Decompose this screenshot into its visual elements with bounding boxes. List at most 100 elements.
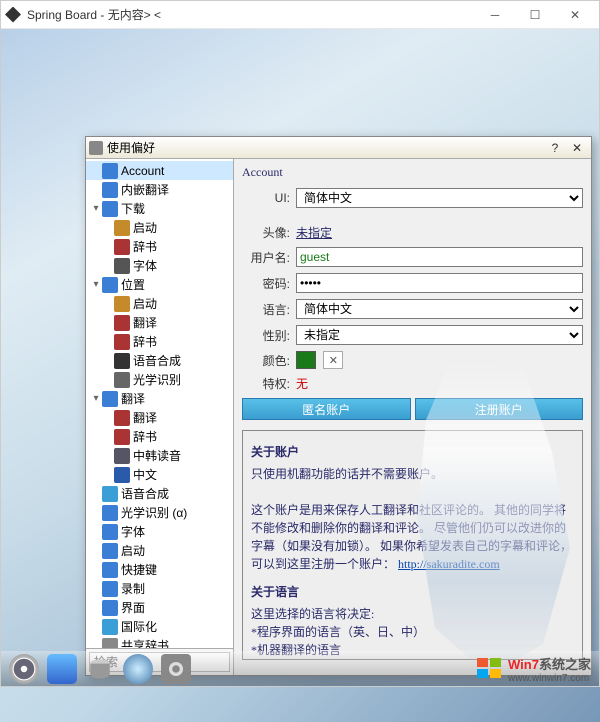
expand-icon: ▾ [90,279,102,290]
tree-item-label: 辞书 [133,333,157,350]
tree-item[interactable]: 字体 [86,522,233,541]
tree-item-label: 录制 [121,580,145,597]
tree-item[interactable]: 中韩读音 [86,446,233,465]
tree-item[interactable]: 快捷键 [86,560,233,579]
tree-item-icon [114,448,130,464]
tree-item-label: 字体 [133,257,157,274]
preferences-titlebar: 使用偏好 ? ✕ [86,137,591,159]
tree-item-label: 国际化 [121,618,157,635]
tree-item-icon [102,543,118,559]
tree-item-label: 共享辞书 [121,637,169,648]
tree-item[interactable]: 国际化 [86,617,233,636]
tree-item[interactable]: 录制 [86,579,233,598]
info-box: 关于账户 只使用机翻功能的话并不需要账户。 这个账户是用来保存人工翻译和社区评论… [242,430,583,660]
taskbar-safari-icon[interactable] [123,654,153,684]
taskbar-launcher-icon[interactable] [9,654,39,684]
tree-item-label: 辞书 [133,428,157,445]
register-account-button[interactable]: 注册账户 [415,398,584,420]
tree-item-label: 辞书 [133,238,157,255]
color-label: 颜色: [242,352,290,369]
tree-item[interactable]: Account [86,161,233,180]
tree-item-icon [114,220,130,236]
tree-item-label: 翻译 [133,314,157,331]
info-heading-language: 关于语言 [251,583,574,601]
tree-item-label: 翻译 [121,390,145,407]
tree-item-label: 内嵌翻译 [121,181,169,198]
tree-item-label: 语音合成 [133,352,181,369]
language-label: 语言: [242,301,290,318]
tree-item[interactable]: 启动 [86,218,233,237]
tree-item-label: 启动 [133,219,157,236]
pref-close-button[interactable]: ✕ [566,139,588,157]
tree-item-icon [114,296,130,312]
tree-item[interactable]: 启动 [86,294,233,313]
taskbar-finder-icon[interactable] [47,654,77,684]
tree-item[interactable]: 语音合成 [86,351,233,370]
taskbar-disk-icon[interactable] [85,654,115,684]
tree-item-icon [102,505,118,521]
tree-item[interactable]: 启动 [86,541,233,560]
ui-language-select[interactable]: 简体中文 [296,188,583,208]
tree-item[interactable]: 辞书 [86,237,233,256]
maximize-button[interactable]: ☐ [515,1,555,29]
language-select[interactable]: 简体中文 [296,299,583,319]
tree-item-label: 字体 [121,523,145,540]
preferences-body: Account内嵌翻译▾下载启动辞书字体▾位置启动翻译辞书语音合成光学识别▾翻译… [86,159,591,675]
taskbar-settings-icon[interactable] [161,654,191,684]
username-input[interactable] [296,247,583,267]
tree-item-icon [102,619,118,635]
preferences-tree[interactable]: Account内嵌翻译▾下载启动辞书字体▾位置启动翻译辞书语音合成光学识别▾翻译… [86,159,233,648]
tree-item-icon [102,581,118,597]
tree-item[interactable]: 内嵌翻译 [86,180,233,199]
tree-item-icon [102,638,118,649]
perk-label: 特权: [242,375,290,392]
tree-item[interactable]: ▾ 翻译 [86,389,233,408]
clear-color-button[interactable]: ✕ [323,351,343,369]
tree-item[interactable]: 光学识别 (α) [86,503,233,522]
tree-item-icon [102,182,118,198]
tree-item-label: 界面 [121,599,145,616]
tree-item-icon [114,429,130,445]
tree-item-icon [102,524,118,540]
tree-item-icon [114,315,130,331]
tree-item-icon [102,391,118,407]
avatar-link[interactable]: 未指定 [296,226,332,240]
password-label: 密码: [242,275,290,292]
info-text-3: 这里选择的语言将决定: [251,605,574,623]
anonymous-account-button[interactable]: 匿名账户 [242,398,411,420]
password-input[interactable] [296,273,583,293]
tree-item[interactable]: 翻译 [86,408,233,427]
tree-item-label: 中文 [133,466,157,483]
minimize-button[interactable]: ─ [475,1,515,29]
tree-item[interactable]: 字体 [86,256,233,275]
tree-item-icon [114,239,130,255]
tree-item[interactable]: 共享辞书 [86,636,233,648]
windows-logo-icon [476,657,504,681]
avatar-label: 头像: [242,224,290,241]
tree-item-icon [102,486,118,502]
main-window: Spring Board - 无内容> < ─ ☐ ✕ 使用偏好 ? ✕ Acc… [0,0,600,687]
ui-label: UI: [242,191,290,205]
tree-item-label: Account [121,164,164,178]
gender-select[interactable]: 未指定 [296,325,583,345]
tree-item[interactable]: 中文 [86,465,233,484]
pref-help-button[interactable]: ? [544,139,566,157]
color-swatch[interactable] [296,351,316,369]
close-button[interactable]: ✕ [555,1,595,29]
tree-item[interactable]: 界面 [86,598,233,617]
tree-item-icon [102,277,118,293]
preferences-window: 使用偏好 ? ✕ Account内嵌翻译▾下载启动辞书字体▾位置启动翻译辞书语音… [85,136,592,676]
tree-item[interactable]: 翻译 [86,313,233,332]
tree-item-icon [114,467,130,483]
tree-item[interactable]: ▾ 位置 [86,275,233,294]
preferences-title: 使用偏好 [107,139,544,156]
tree-item[interactable]: 辞书 [86,427,233,446]
tree-item[interactable]: 光学识别 [86,370,233,389]
tree-item-label: 启动 [121,542,145,559]
expand-icon: ▾ [90,393,102,404]
tree-item-label: 位置 [121,276,145,293]
tree-item[interactable]: 辞书 [86,332,233,351]
tree-item[interactable]: ▾下载 [86,199,233,218]
tree-item[interactable]: 语音合成 [86,484,233,503]
info-link[interactable]: http://sakuradite.com [398,557,500,571]
